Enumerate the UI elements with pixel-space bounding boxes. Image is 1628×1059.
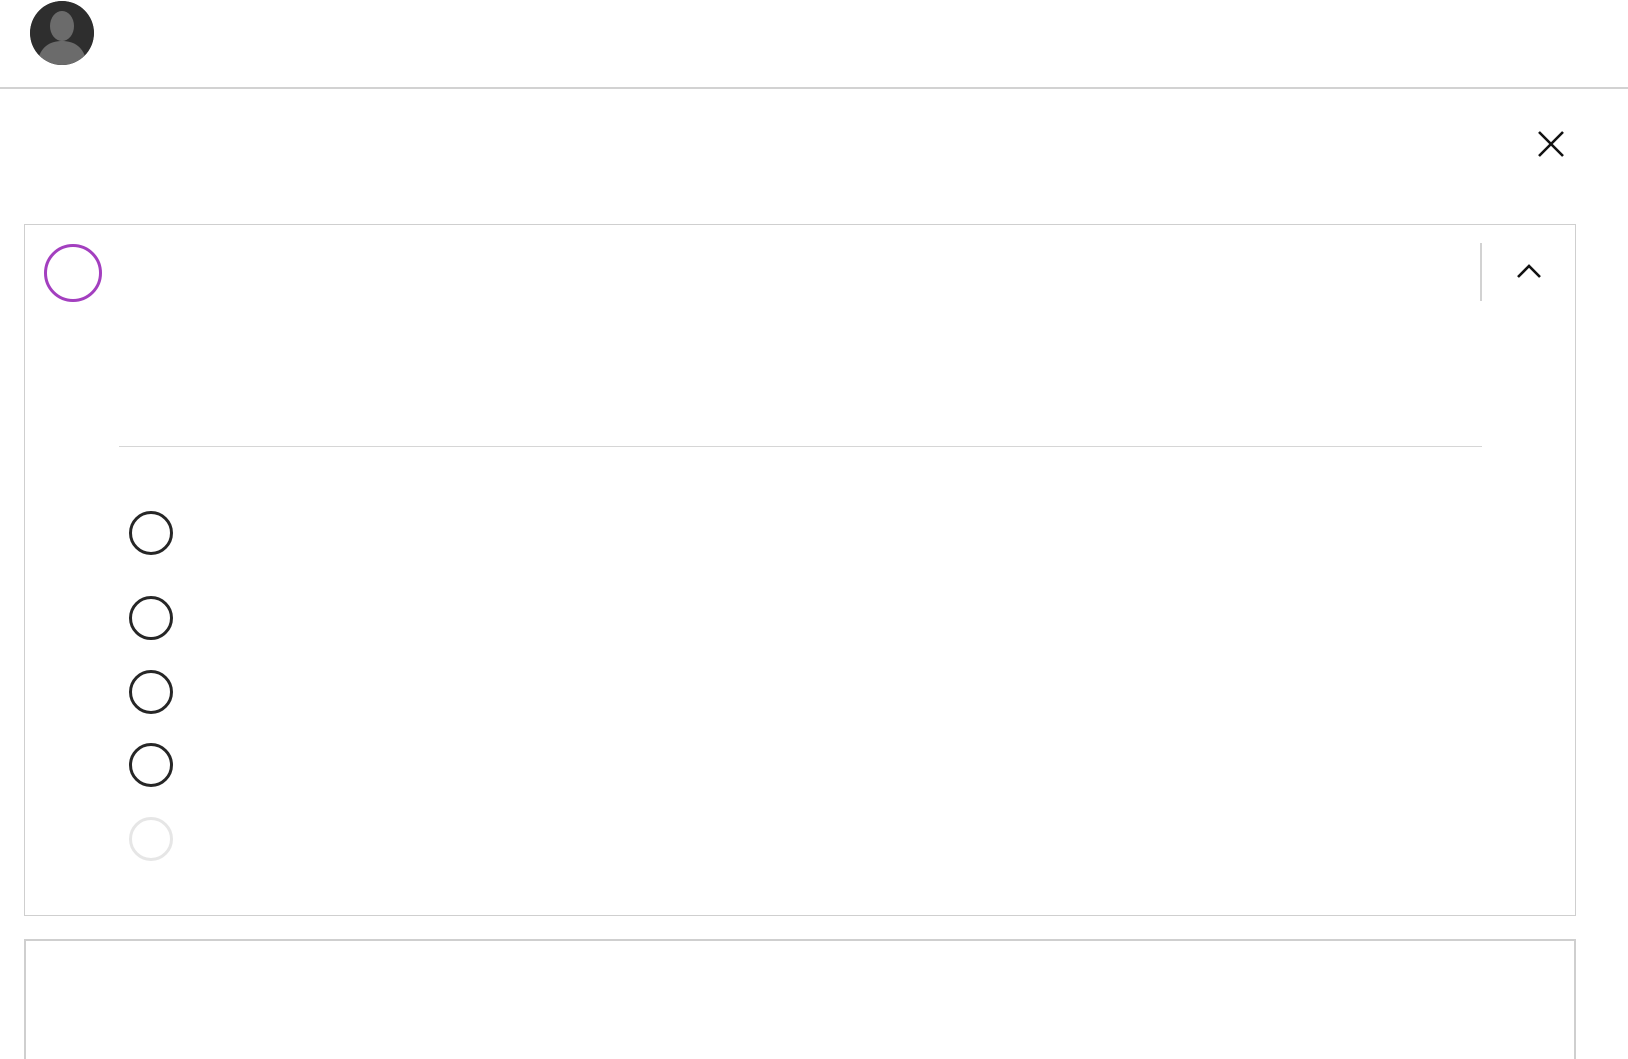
radio-button-disabled bbox=[129, 817, 173, 861]
question-card bbox=[24, 224, 1576, 916]
answer-option-3[interactable] bbox=[129, 670, 1429, 714]
next-question-card bbox=[24, 939, 1576, 1059]
question-divider bbox=[119, 446, 1482, 447]
answer-option-2[interactable] bbox=[129, 596, 1429, 640]
close-icon[interactable] bbox=[1535, 128, 1567, 160]
radio-button[interactable] bbox=[129, 596, 173, 640]
answer-option-1[interactable] bbox=[129, 511, 1429, 555]
header-divider bbox=[1480, 243, 1482, 301]
radio-button[interactable] bbox=[129, 743, 173, 787]
radio-button[interactable] bbox=[129, 511, 173, 555]
answer-option-4[interactable] bbox=[129, 743, 1429, 787]
top-bar bbox=[0, 0, 1628, 89]
question-status-icon bbox=[44, 244, 102, 302]
user-avatar-icon[interactable] bbox=[30, 1, 94, 65]
chevron-up-icon[interactable] bbox=[1511, 255, 1547, 291]
answer-option-5 bbox=[129, 817, 1429, 861]
radio-button[interactable] bbox=[129, 670, 173, 714]
